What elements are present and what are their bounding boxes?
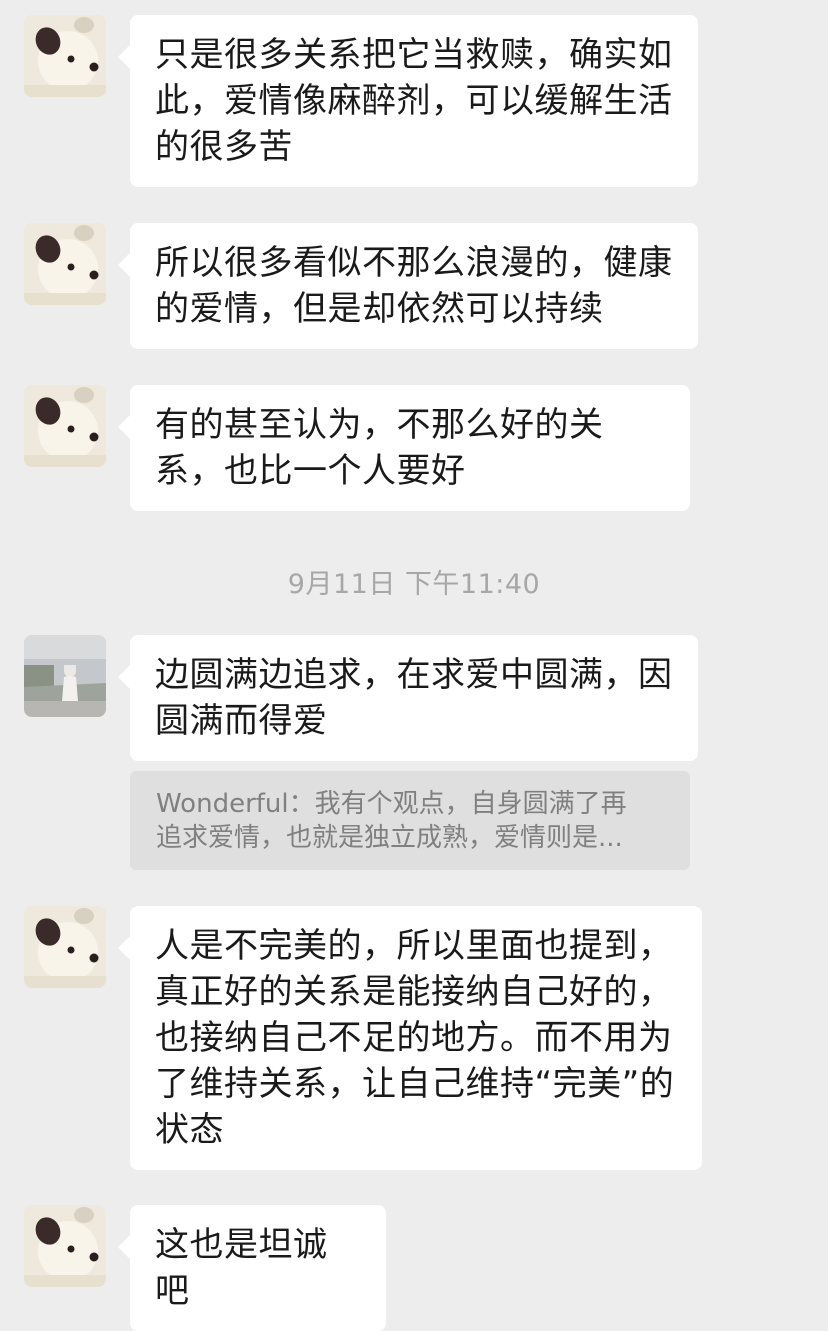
message-bubble[interactable]: 这也是坦诚吧 bbox=[118, 1205, 386, 1331]
bear-avatar-icon bbox=[24, 385, 106, 467]
message-bubble[interactable]: 边圆满边追求，在求爱中圆满，因圆满而得爱 bbox=[118, 635, 698, 761]
quoted-reply-line: Wonderful：我有个观点，自身圆满了再 bbox=[156, 789, 627, 819]
avatar-bear[interactable] bbox=[24, 1205, 106, 1287]
avatar-bear[interactable] bbox=[24, 15, 106, 97]
message-bubble[interactable]: 有的甚至认为，不那么好的关系，也比一个人要好 bbox=[118, 385, 690, 511]
quoted-reply-line: 追求爱情，也就是独立成熟，爱情则是... bbox=[156, 823, 623, 853]
bear-avatar-icon bbox=[24, 15, 106, 97]
message-bubble[interactable]: 所以很多看似不那么浪漫的，健康的爱情，但是却依然可以持续 bbox=[118, 223, 698, 349]
avatar-bear[interactable] bbox=[24, 385, 106, 467]
avatar-bear[interactable] bbox=[24, 906, 106, 988]
bear-avatar-icon bbox=[24, 223, 106, 305]
photo-avatar-icon bbox=[24, 635, 106, 717]
chat-view: 只是很多关系把它当救赎，确实如此，爱情像麻醉剂，可以缓解生活的很多苦 所以很多看… bbox=[0, 0, 828, 1331]
message-bubble[interactable]: 人是不完美的，所以里面也提到，真正好的关系是能接纳自己好的，也接纳自己不足的地方… bbox=[118, 906, 702, 1170]
timestamp-divider: 9月11日 下午11:40 bbox=[287, 569, 541, 600]
bear-avatar-icon bbox=[24, 906, 106, 988]
avatar-bear[interactable] bbox=[24, 223, 106, 305]
bear-avatar-icon bbox=[24, 1205, 106, 1287]
quoted-reply[interactable]: Wonderful：我有个观点，自身圆满了再 追求爱情，也就是独立成熟，爱情则是… bbox=[130, 771, 690, 870]
message-bubble[interactable]: 只是很多关系把它当救赎，确实如此，爱情像麻醉剂，可以缓解生活的很多苦 bbox=[118, 15, 698, 187]
avatar-photo[interactable] bbox=[24, 635, 106, 717]
